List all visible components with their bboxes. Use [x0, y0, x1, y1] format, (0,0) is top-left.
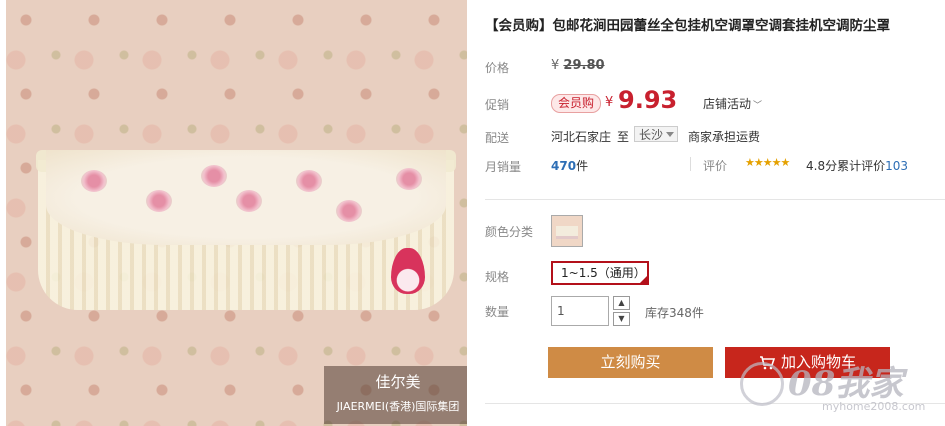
rose-motif: [336, 200, 362, 222]
rose-motif: [296, 170, 322, 192]
reviews-label: 评价: [703, 159, 728, 173]
delivery-label: 配送: [485, 131, 510, 145]
brand-subtitle: JIAERMEI(香港)国际集团: [336, 400, 460, 413]
hang-tag: [391, 248, 425, 294]
store-promo-dropdown[interactable]: 店铺活动 ﹀: [703, 95, 762, 112]
rose-motif: [81, 170, 107, 192]
section-divider: [485, 199, 945, 200]
current-price: 9.93: [618, 86, 678, 114]
star-rating-icon: ★★★★★: [745, 156, 790, 169]
buy-now-button[interactable]: 立刻购买: [548, 347, 713, 378]
original-price: ¥ 29.80: [551, 58, 605, 73]
site-watermark: 08我家 myhome2008.com: [740, 358, 945, 424]
product-title: 【会员购】包邮花涧田园蕾丝全包挂机空调罩空调套挂机空调防尘罩: [485, 18, 890, 34]
spec-option-selected[interactable]: 1~1.5（通用）: [551, 261, 649, 285]
price-label: 价格: [485, 61, 510, 75]
rose-motif: [236, 190, 262, 212]
store-promo-label: 店铺活动: [703, 97, 752, 111]
brand-name: 佳尔美: [375, 373, 421, 391]
quantity-decrease-button[interactable]: ▼: [613, 312, 630, 326]
ship-to-word: 至: [617, 130, 630, 144]
spec-option-label: 1~1.5（通用）: [561, 266, 646, 280]
currency-symbol: ¥: [605, 95, 614, 110]
rose-motif: [146, 190, 172, 212]
quantity-increase-button[interactable]: ▲: [613, 296, 630, 310]
vip-badge: 会员购: [551, 94, 601, 113]
color-swatch[interactable]: [551, 215, 583, 247]
quantity-input[interactable]: 1: [551, 296, 609, 326]
rating-score: 4.8分: [806, 159, 838, 173]
swatch-thumbnail: [556, 226, 578, 239]
stock-count: 库存348件: [645, 306, 704, 320]
divider: [690, 157, 691, 171]
review-summary[interactable]: 4.8分累计评价103: [806, 157, 908, 174]
promo-label: 促销: [485, 98, 510, 112]
cumulative-reviews-label: 累计评价: [837, 159, 886, 173]
currency-symbol: ¥: [551, 58, 560, 73]
selected-check-icon: [639, 275, 648, 284]
quantity-label: 数量: [485, 305, 510, 319]
watermark-url: myhome2008.com: [822, 400, 926, 413]
original-price-value: 29.80: [563, 58, 605, 73]
rose-motif: [396, 168, 422, 190]
watermark-text: 08我家: [788, 364, 904, 404]
monthly-sales-unit: 件: [576, 159, 589, 173]
monthly-sales-label: 月销量: [485, 160, 522, 174]
caret-down-icon: [666, 132, 674, 137]
ship-from: 河北石家庄: [551, 130, 612, 144]
destination-city-select[interactable]: 长沙: [634, 126, 678, 142]
review-count[interactable]: 103: [885, 159, 908, 173]
destination-city: 长沙: [639, 128, 664, 142]
chevron-down-icon: ﹀: [753, 101, 763, 111]
monthly-sales-count: 470: [551, 159, 577, 173]
watermark-logo-icon: [740, 362, 784, 406]
shipping-fee: 商家承担运费: [688, 130, 761, 144]
product-image[interactable]: 佳尔美 JIAERMEI(香港)国际集团: [6, 0, 467, 426]
color-label: 颜色分类: [485, 225, 534, 239]
monthly-sales: 470件: [551, 157, 588, 174]
buy-now-label: 立刻购买: [600, 353, 661, 371]
spec-label: 规格: [485, 270, 510, 284]
rose-motif: [201, 165, 227, 187]
brand-overlay: 佳尔美 JIAERMEI(香港)国际集团: [324, 366, 467, 424]
